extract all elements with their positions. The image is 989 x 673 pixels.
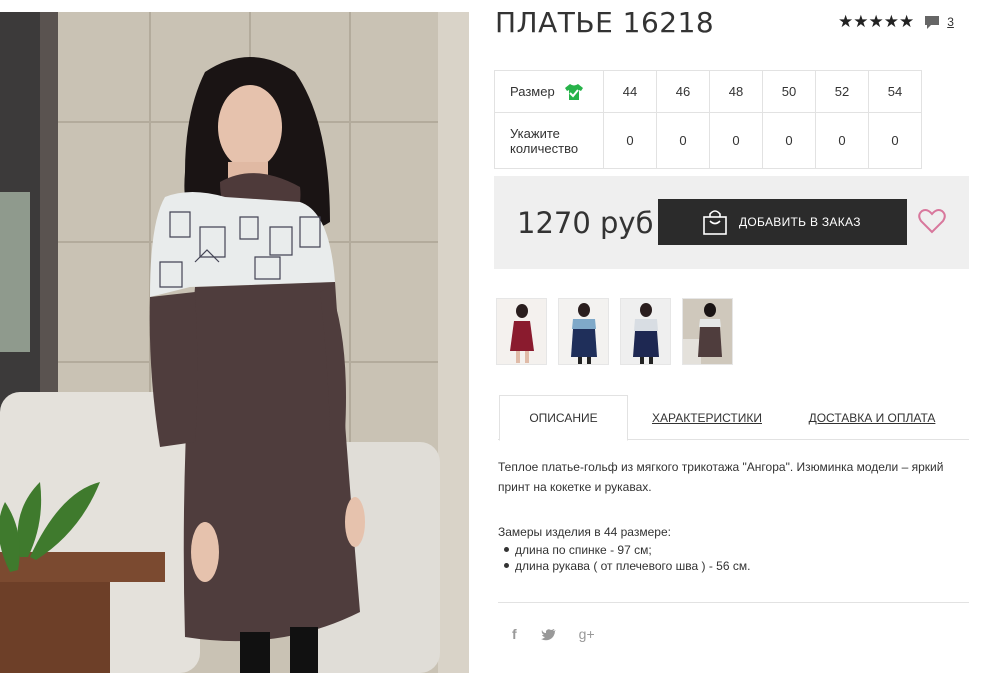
quantity-input-48[interactable]: 0 — [709, 112, 763, 169]
social-share: f g+ — [512, 626, 619, 642]
quantity-input-52[interactable]: 0 — [815, 112, 869, 169]
quantity-input-50[interactable]: 0 — [762, 112, 816, 169]
tab-description[interactable]: ОПИСАНИЕ — [499, 395, 628, 441]
size-option-50[interactable]: 50 — [762, 70, 816, 113]
measure-item: длина по спинке - 97 см; — [504, 542, 968, 558]
product-title: ПЛАТЬЕ 16218 — [495, 6, 715, 39]
divider — [498, 602, 969, 603]
size-label-cell: Размер — [494, 70, 604, 113]
speech-bubble-icon[interactable] — [924, 14, 940, 30]
measures-list: длина по спинке - 97 см; длина рукава ( … — [504, 542, 968, 574]
quantity-input-46[interactable]: 0 — [656, 112, 710, 169]
add-to-order-label: ДОБАВИТЬ В ЗАКАЗ — [739, 215, 861, 229]
review-count-link[interactable]: 3 — [947, 15, 954, 29]
size-quantity-table: Размер 44 46 48 50 52 54 Укажите количес… — [494, 70, 922, 169]
tab-characteristics[interactable]: ХАРАКТЕРИСТИКИ — [648, 395, 766, 440]
size-option-44[interactable]: 44 — [603, 70, 657, 113]
thumbnail-navy-dress[interactable] — [558, 298, 609, 365]
measures-title: Замеры изделия в 44 размере: — [498, 525, 671, 539]
quantity-input-54[interactable]: 0 — [868, 112, 922, 169]
t-shirt-check-icon[interactable] — [564, 83, 584, 101]
description-text: Теплое платье-гольф из мягкого трикотажа… — [498, 460, 944, 494]
product-price: 1270 руб — [517, 206, 654, 240]
size-option-48[interactable]: 48 — [709, 70, 763, 113]
main-product-photo[interactable] — [0, 12, 469, 673]
star-rating-icon[interactable]: ★★★★★ — [838, 12, 914, 32]
thumbnail-gallery — [496, 298, 744, 365]
tab-delivery-payment[interactable]: ДОСТАВКА И ОПЛАТА — [808, 395, 936, 440]
heart-icon[interactable] — [918, 208, 946, 234]
measure-item: длина рукава ( от плечевого шва ) - 56 с… — [504, 558, 968, 574]
rating-block: ★★★★★ 3 — [838, 12, 954, 32]
quantity-input-44[interactable]: 0 — [603, 112, 657, 169]
quantity-label: Укажите количество — [494, 112, 604, 169]
thumbnail-red-dress[interactable] — [496, 298, 547, 365]
google-plus-icon[interactable]: g+ — [579, 626, 595, 642]
thumbnail-brown-dress[interactable] — [682, 298, 733, 365]
size-option-54[interactable]: 54 — [868, 70, 922, 113]
size-option-52[interactable]: 52 — [815, 70, 869, 113]
size-option-46[interactable]: 46 — [656, 70, 710, 113]
shopping-bag-icon — [703, 210, 727, 235]
quantity-row: Укажите количество 0 0 0 0 0 0 — [494, 112, 922, 169]
size-label: Размер — [510, 84, 555, 99]
size-row: Размер 44 46 48 50 52 54 — [494, 70, 922, 113]
twitter-bird-icon[interactable] — [540, 628, 557, 641]
description-panel: Теплое платье-гольф из мягкого трикотажа… — [498, 457, 968, 574]
facebook-icon[interactable]: f — [512, 626, 517, 642]
product-tabs: ОПИСАНИЕ ХАРАКТЕРИСТИКИ ДОСТАВКА И ОПЛАТ… — [498, 395, 969, 441]
thumbnail-navy-print-dress[interactable] — [620, 298, 671, 365]
add-to-order-button[interactable]: ДОБАВИТЬ В ЗАКАЗ — [658, 199, 907, 245]
purchase-panel: 1270 руб ДОБАВИТЬ В ЗАКАЗ — [494, 176, 969, 269]
